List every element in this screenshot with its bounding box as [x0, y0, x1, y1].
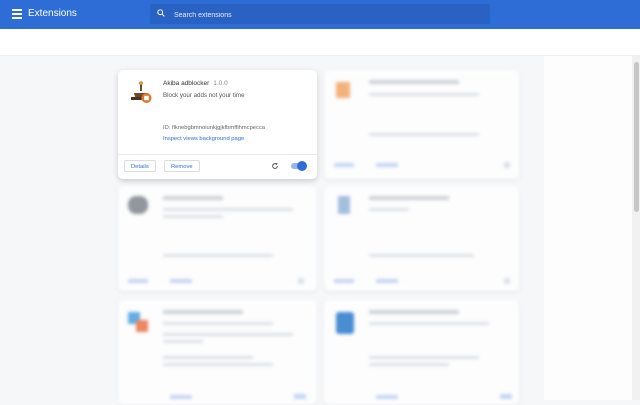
extension-card-akiba: Akiba adblocker 1.0.0 Block your adds not… — [118, 70, 317, 179]
extension-card-blurred — [324, 186, 519, 291]
scrollbar-thumb[interactable] — [634, 62, 639, 212]
akiba-logo-icon — [131, 81, 152, 103]
extension-icon — [128, 196, 148, 214]
hamburger-menu-icon[interactable] — [12, 9, 22, 19]
extension-icon — [336, 312, 354, 334]
placeholder-text — [369, 363, 449, 366]
placeholder-text — [369, 254, 474, 257]
placeholder-text — [369, 93, 479, 96]
placeholder-text — [163, 208, 293, 211]
extension-card-blurred — [118, 300, 317, 405]
page-title: Extensions — [28, 8, 77, 19]
extension-card-blurred — [118, 186, 317, 291]
placeholder-text — [369, 208, 409, 211]
placeholder-text — [163, 340, 203, 343]
top-bar: Extensions — [0, 0, 640, 29]
placeholder-text — [369, 322, 489, 325]
extension-version: 1.0.0 — [213, 80, 228, 87]
placeholder-button — [128, 279, 148, 283]
search-box[interactable] — [150, 4, 490, 24]
extension-card-blurred — [324, 300, 519, 405]
extension-card-blurred — [324, 70, 519, 179]
placeholder-text — [163, 333, 293, 336]
placeholder-text — [163, 310, 243, 314]
placeholder-text — [163, 254, 273, 257]
search-input[interactable] — [172, 7, 476, 23]
toolbar-strip — [0, 29, 640, 56]
placeholder-button — [376, 163, 398, 167]
card-divider — [118, 154, 317, 155]
placeholder-text — [369, 356, 479, 359]
inspect-views-link[interactable]: Inspect views background page — [163, 136, 244, 142]
extension-id: ID: flknebgbmnoiunkjgjkfbmffihmcpecca — [163, 125, 266, 131]
placeholder-text — [163, 215, 223, 218]
reload-icon[interactable] — [271, 162, 279, 170]
placeholder-text — [369, 196, 449, 200]
placeholder-toggle — [504, 162, 510, 168]
placeholder-text — [369, 80, 459, 84]
search-icon — [157, 9, 165, 17]
placeholder-button — [334, 163, 354, 167]
remove-button[interactable]: Remove — [164, 160, 200, 172]
placeholder-button — [376, 395, 398, 399]
placeholder-text — [163, 322, 273, 325]
enable-toggle[interactable] — [291, 161, 307, 171]
placeholder-button — [170, 395, 192, 399]
placeholder-text — [163, 196, 223, 200]
placeholder-toggle — [500, 394, 512, 399]
placeholder-text — [369, 310, 459, 314]
extension-icon — [336, 82, 350, 98]
extension-description: Block your adds not your time — [163, 92, 245, 99]
placeholder-button — [376, 279, 398, 283]
placeholder-toggle — [294, 394, 306, 399]
placeholder-text — [163, 356, 253, 359]
extension-icon — [338, 196, 350, 214]
placeholder-toggle — [298, 278, 304, 284]
placeholder-toggle — [504, 278, 510, 284]
placeholder-text — [369, 133, 479, 136]
extension-name: Akiba adblocker 1.0.0 — [163, 80, 228, 87]
placeholder-text — [163, 363, 273, 366]
placeholder-button — [334, 279, 354, 283]
details-button[interactable]: Details — [124, 160, 156, 172]
enable-toggle-knob — [297, 161, 307, 171]
side-panel — [544, 56, 632, 400]
extension-icon — [136, 320, 148, 332]
placeholder-button — [170, 279, 192, 283]
